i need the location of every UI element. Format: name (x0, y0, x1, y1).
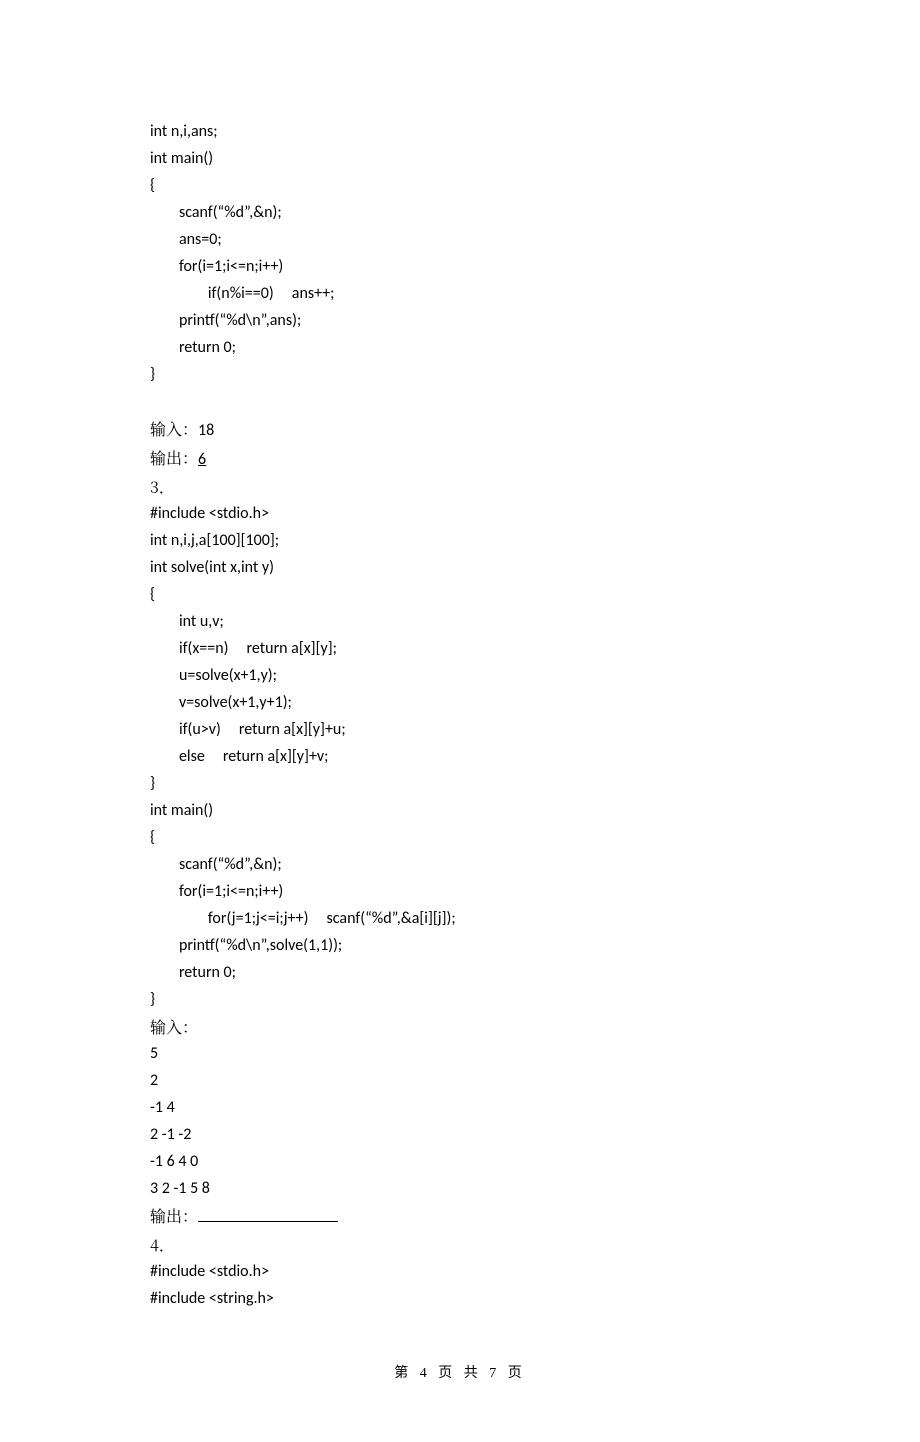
code-line: if(n%i==0) ans++; (150, 280, 770, 307)
footer-page-current: 4 (420, 1366, 431, 1381)
footer-text: 第 (394, 1366, 420, 1381)
output-label: 输出： (150, 446, 198, 469)
code-line: for(i=1;i<=n;i++) (150, 253, 770, 280)
page-footer: 第 4 页 共 7 页 (150, 1362, 770, 1382)
code-line: if(u>v) return a[x][y]+u; (150, 716, 770, 743)
input-value: 18 (198, 421, 214, 440)
code-line: scanf(“%d”,&n); (150, 851, 770, 878)
code-line: int main() (150, 145, 770, 172)
output-value: 6 (198, 450, 206, 469)
input-data-line: 2 -1 -2 (150, 1121, 770, 1148)
code-line: scanf(“%d”,&n); (150, 199, 770, 226)
code-line: return 0; (150, 959, 770, 986)
footer-text: 页 (500, 1366, 526, 1381)
code-line: printf(“%d\n”,solve(1,1)); (150, 932, 770, 959)
code-line: int n,i,ans; (150, 118, 770, 145)
question-number: 3． (150, 473, 770, 500)
code-line: int main() (150, 797, 770, 824)
code-line: u=solve(x+1,y); (150, 662, 770, 689)
code-line: { (150, 172, 770, 199)
input-line: 输入：18 (150, 415, 770, 444)
code-line: } (150, 986, 770, 1013)
input-label: 输入： (150, 1013, 770, 1040)
code-line: #include <stdio.h> (150, 500, 770, 527)
code-line: int n,i,j,a[100][100]; (150, 527, 770, 554)
code-line: { (150, 824, 770, 851)
code-line: for(i=1;i<=n;i++) (150, 878, 770, 905)
code-line: { (150, 581, 770, 608)
code-line: if(x==n) return a[x][y]; (150, 635, 770, 662)
blank-line (150, 388, 770, 415)
output-line: 输出：6 (150, 444, 770, 473)
code-line: #include <stdio.h> (150, 1258, 770, 1285)
input-data-line: 3 2 -1 5 8 (150, 1175, 770, 1202)
footer-text: 页 共 (431, 1366, 490, 1381)
code-line: int u,v; (150, 608, 770, 635)
question-number: 4． (150, 1231, 770, 1258)
answer-blank (198, 1207, 338, 1222)
input-data-line: -1 4 (150, 1094, 770, 1121)
code-line: return 0; (150, 334, 770, 361)
code-line: #include <string.h> (150, 1285, 770, 1312)
page-content: int n,i,ans; int main() { scanf(“%d”,&n)… (0, 0, 920, 1442)
code-line: ans=0; (150, 226, 770, 253)
code-line: int solve(int x,int y) (150, 554, 770, 581)
input-data-line: -1 6 4 0 (150, 1148, 770, 1175)
input-data-line: 5 (150, 1040, 770, 1067)
code-line: v=solve(x+1,y+1); (150, 689, 770, 716)
code-line: } (150, 770, 770, 797)
footer-page-total: 7 (489, 1366, 500, 1381)
input-label: 输入： (150, 417, 198, 440)
code-line: else return a[x][y]+v; (150, 743, 770, 770)
output-line: 输出： (150, 1202, 770, 1231)
code-line: printf(“%d\n”,ans); (150, 307, 770, 334)
output-label: 输出： (150, 1204, 198, 1227)
code-line: } (150, 361, 770, 388)
input-data-line: 2 (150, 1067, 770, 1094)
code-line: for(j=1;j<=i;j++) scanf(“%d”,&a[i][j]); (150, 905, 770, 932)
